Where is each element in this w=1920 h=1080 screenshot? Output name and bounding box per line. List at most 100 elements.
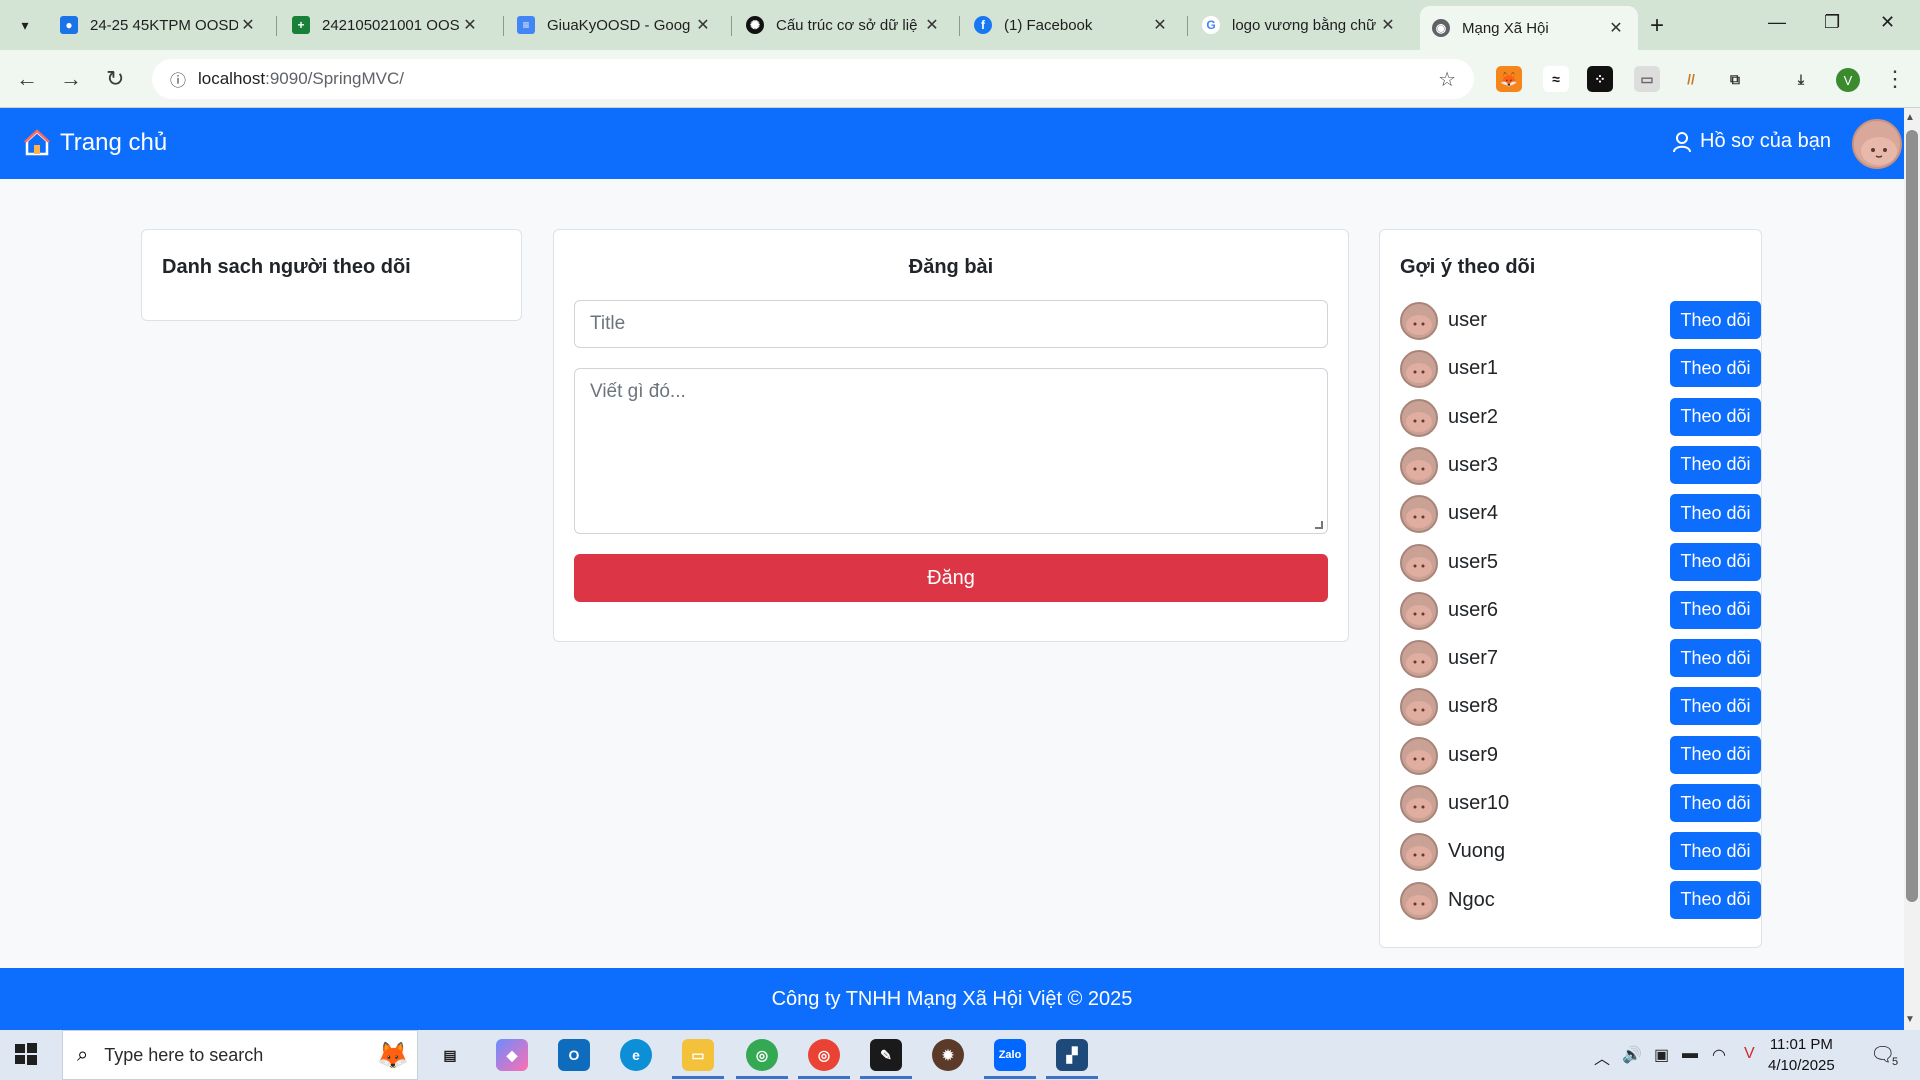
- resize-handle-icon[interactable]: [1315, 521, 1323, 529]
- browser-profile-avatar[interactable]: V: [1836, 68, 1860, 92]
- suggestion-username[interactable]: user6: [1448, 599, 1498, 622]
- extension-icon[interactable]: ≈: [1543, 66, 1569, 92]
- follow-button[interactable]: Theo dõi: [1670, 784, 1761, 822]
- scroll-down-icon[interactable]: ▼: [1905, 1014, 1915, 1025]
- task-view-icon[interactable]: ▤: [434, 1039, 466, 1071]
- battery-icon[interactable]: ▬: [1682, 1045, 1698, 1063]
- outlook-icon[interactable]: O: [558, 1039, 590, 1071]
- wifi-icon[interactable]: ◠: [1712, 1045, 1726, 1065]
- avatar[interactable]: [1400, 785, 1438, 823]
- close-icon[interactable]: ✕: [922, 15, 942, 35]
- site-info-icon[interactable]: ⓘ: [158, 67, 198, 91]
- suggestion-username[interactable]: user5: [1448, 551, 1498, 574]
- browser-tab[interactable]: ● 24-25 45KTPM OOSD ✕: [48, 8, 270, 42]
- address-bar[interactable]: ⓘ localhost:9090/SpringMVC/ ☆: [152, 59, 1474, 99]
- follow-button[interactable]: Theo dõi: [1670, 349, 1761, 388]
- suggestion-username[interactable]: user10: [1448, 792, 1509, 815]
- scroll-up-icon[interactable]: ▲: [1905, 112, 1915, 123]
- follow-button[interactable]: Theo dõi: [1670, 735, 1761, 774]
- suggestion-username[interactable]: user8: [1448, 695, 1498, 718]
- follow-button[interactable]: Theo dõi: [1670, 639, 1761, 678]
- home-link[interactable]: Trang chủ: [24, 129, 167, 157]
- file-explorer-icon[interactable]: ▭: [682, 1039, 714, 1071]
- extension-icon[interactable]: ⁘: [1587, 66, 1613, 92]
- browser-tab[interactable]: G logo vương bằng chữ ✕: [1190, 8, 1410, 42]
- avatar[interactable]: [1400, 881, 1438, 920]
- volume-icon[interactable]: 🔊: [1622, 1045, 1642, 1065]
- post-body-textarea[interactable]: Viết gì đó...: [574, 368, 1328, 534]
- metamask-extension-icon[interactable]: 🦊: [1496, 66, 1522, 92]
- avatar[interactable]: [1400, 688, 1438, 727]
- app-icon[interactable]: ✹: [932, 1039, 964, 1071]
- avatar[interactable]: [1852, 119, 1902, 169]
- close-window-button[interactable]: ✕: [1880, 12, 1895, 33]
- avatar[interactable]: [1400, 446, 1438, 485]
- zalo-icon[interactable]: Zalo: [994, 1039, 1026, 1071]
- extension-icon[interactable]: ▭: [1634, 66, 1660, 92]
- meet-icon[interactable]: ▣: [1654, 1045, 1669, 1065]
- profile-link[interactable]: Hồ sơ của bạn: [1672, 130, 1831, 153]
- avatar[interactable]: [1400, 543, 1438, 582]
- avatar[interactable]: [1400, 833, 1438, 872]
- new-tab-button[interactable]: +: [1650, 12, 1664, 40]
- avatar[interactable]: [1400, 495, 1438, 534]
- app-icon[interactable]: ✎: [870, 1039, 902, 1071]
- taskbar-search[interactable]: ⌕ Type here to search 🦊: [62, 1030, 418, 1080]
- chrome-icon[interactable]: ◎: [746, 1039, 778, 1071]
- forward-icon[interactable]: →: [60, 66, 82, 92]
- restore-button[interactable]: ❐: [1824, 12, 1840, 33]
- scrollbar-thumb[interactable]: [1906, 130, 1918, 902]
- suggestion-username[interactable]: user4: [1448, 502, 1498, 525]
- tray-chevron-icon[interactable]: ︿: [1594, 1045, 1610, 1069]
- app-tray-icon[interactable]: V: [1744, 1045, 1755, 1063]
- avatar[interactable]: [1400, 350, 1438, 389]
- download-icon[interactable]: ⤓: [1788, 66, 1814, 92]
- post-submit-button[interactable]: Đăng: [574, 554, 1328, 602]
- browser-tab-active[interactable]: ◉ Mạng Xã Hội ✕: [1420, 6, 1638, 50]
- avatar[interactable]: [1400, 302, 1438, 340]
- browser-tab[interactable]: + 242105021001 OOSD ✕: [280, 8, 492, 42]
- extension-icon[interactable]: //: [1678, 66, 1704, 92]
- edge-icon[interactable]: e: [620, 1039, 652, 1071]
- follow-button[interactable]: Theo dõi: [1670, 494, 1761, 533]
- suggestion-username[interactable]: user9: [1448, 744, 1498, 767]
- follow-button[interactable]: Theo dõi: [1670, 832, 1761, 871]
- suggestion-username[interactable]: user3: [1448, 454, 1498, 477]
- puzzle-icon[interactable]: ⧉: [1722, 66, 1748, 92]
- avatar[interactable]: [1400, 640, 1438, 679]
- suggestion-username[interactable]: user7: [1448, 647, 1498, 670]
- close-icon[interactable]: ✕: [1378, 15, 1398, 35]
- close-icon[interactable]: ✕: [1606, 18, 1626, 38]
- menu-kebab-icon[interactable]: ⋮: [1884, 66, 1906, 92]
- browser-tab[interactable]: ✺ Cấu trúc cơ sở dữ liệ ✕: [734, 8, 954, 42]
- system-clock[interactable]: 11:01 PM 4/10/2025: [1768, 1034, 1835, 1076]
- follow-button[interactable]: Theo dõi: [1670, 590, 1761, 629]
- suggestion-username[interactable]: user1: [1448, 357, 1498, 380]
- suggestion-username[interactable]: user2: [1448, 406, 1498, 429]
- chrome-profile-icon[interactable]: ◎: [808, 1039, 840, 1071]
- browser-tab[interactable]: f (1) Facebook ✕: [962, 8, 1182, 42]
- suggestion-username[interactable]: Ngoc: [1448, 889, 1495, 912]
- close-icon[interactable]: ✕: [238, 15, 258, 35]
- tab-search-button[interactable]: ▾: [8, 10, 42, 40]
- suggestion-username[interactable]: Vuong: [1448, 840, 1505, 863]
- browser-tab[interactable]: ≡ GiuaKyOOSD - Goog ✕: [505, 8, 725, 42]
- close-icon[interactable]: ✕: [1150, 15, 1170, 35]
- follow-button[interactable]: Theo dõi: [1670, 445, 1761, 484]
- app-icon[interactable]: ▞: [1056, 1039, 1088, 1071]
- start-button[interactable]: [14, 1042, 38, 1071]
- copilot-icon[interactable]: ◆: [496, 1039, 528, 1071]
- post-title-input[interactable]: Title: [574, 300, 1328, 348]
- avatar[interactable]: [1400, 398, 1438, 437]
- follow-button[interactable]: Theo dõi: [1670, 542, 1761, 581]
- close-icon[interactable]: ✕: [460, 15, 480, 35]
- minimize-button[interactable]: —: [1768, 12, 1786, 33]
- avatar[interactable]: [1400, 591, 1438, 630]
- close-icon[interactable]: ✕: [693, 15, 713, 35]
- follow-button[interactable]: Theo dõi: [1670, 880, 1761, 919]
- reload-icon[interactable]: ↻: [106, 66, 124, 92]
- bookmark-star-icon[interactable]: ☆: [1438, 67, 1456, 92]
- follow-button[interactable]: Theo dõi: [1670, 301, 1761, 339]
- follow-button[interactable]: Theo dõi: [1670, 397, 1761, 436]
- follow-button[interactable]: Theo dõi: [1670, 687, 1761, 726]
